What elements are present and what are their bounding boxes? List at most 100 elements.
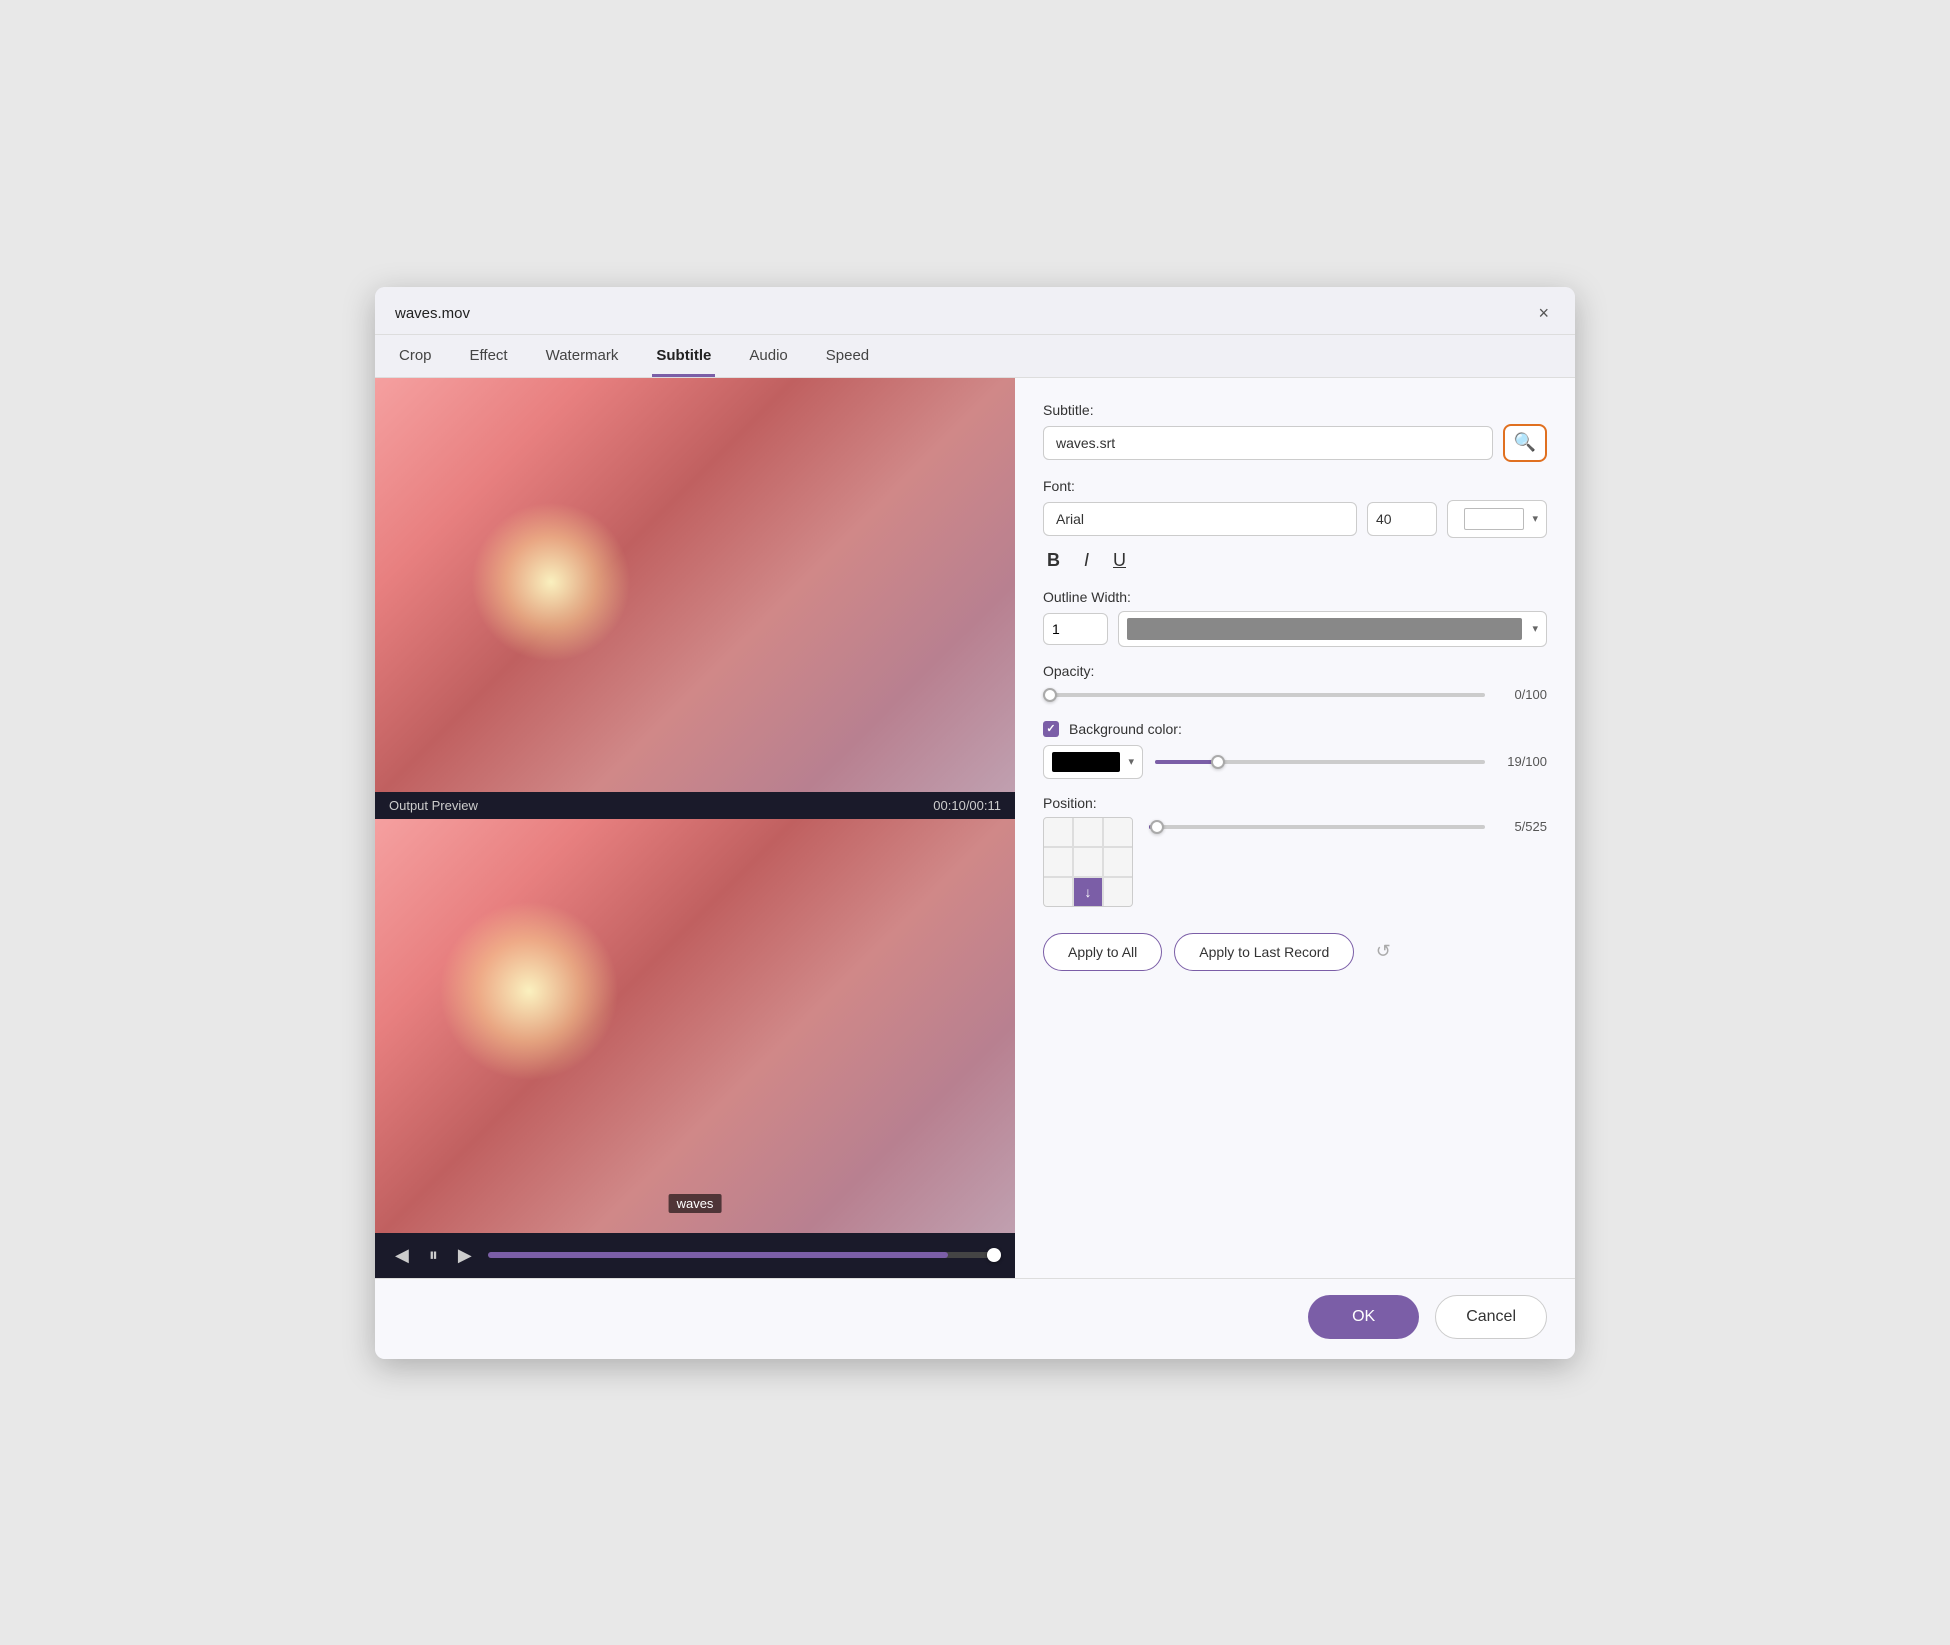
refresh-button[interactable]: ↺ bbox=[1366, 935, 1400, 969]
subtitle-watermark: waves bbox=[669, 1194, 722, 1213]
tab-effect[interactable]: Effect bbox=[466, 335, 512, 377]
video-preview-bottom: waves bbox=[375, 819, 1015, 1233]
ok-button[interactable]: OK bbox=[1308, 1295, 1419, 1339]
tab-crop[interactable]: Crop bbox=[395, 335, 436, 377]
subtitle-select[interactable]: waves.srt bbox=[1043, 426, 1493, 460]
title-bar: waves.mov × bbox=[375, 287, 1575, 335]
pos-mid-right[interactable] bbox=[1104, 848, 1132, 876]
action-buttons: Apply to All Apply to Last Record ↺ bbox=[1043, 933, 1547, 971]
chevron-down-icon-3: ▾ bbox=[1128, 755, 1134, 768]
bg-opacity-track bbox=[1155, 760, 1485, 764]
search-icon: 🔍 bbox=[1514, 432, 1536, 453]
opacity-thumb[interactable] bbox=[1043, 688, 1057, 702]
outline-color-picker[interactable]: ▾ bbox=[1118, 611, 1547, 647]
font-row: Arial 40 ▾ bbox=[1043, 500, 1547, 538]
apply-last-button[interactable]: Apply to Last Record bbox=[1174, 933, 1354, 971]
bg-opacity-value: 19/100 bbox=[1497, 754, 1547, 769]
pause-button[interactable]: ⏸ bbox=[425, 1241, 442, 1270]
bg-color-checkbox[interactable] bbox=[1043, 721, 1059, 737]
timecode: 00:10/00:11 bbox=[933, 798, 1001, 813]
font-family-select[interactable]: Arial bbox=[1043, 502, 1357, 536]
tab-speed[interactable]: Speed bbox=[822, 335, 873, 377]
outline-width-select[interactable]: 1 bbox=[1043, 613, 1108, 645]
apply-all-button[interactable]: Apply to All bbox=[1043, 933, 1162, 971]
close-button[interactable]: × bbox=[1532, 301, 1555, 326]
position-value: 5/525 bbox=[1497, 819, 1547, 834]
italic-button[interactable]: I bbox=[1080, 548, 1093, 573]
font-size-select[interactable]: 40 bbox=[1367, 502, 1437, 536]
font-color-swatch bbox=[1464, 508, 1524, 530]
bg-color-swatch bbox=[1052, 752, 1120, 772]
outline-section: Outline Width: 1 ▾ bbox=[1043, 589, 1547, 647]
opacity-track bbox=[1043, 693, 1485, 697]
position-slider[interactable] bbox=[1149, 817, 1485, 837]
video-controls: ◀ ⏸ ▶ bbox=[375, 1233, 1015, 1278]
position-slider-area: 5/525 bbox=[1149, 817, 1547, 837]
tab-bar: Crop Effect Watermark Subtitle Audio Spe… bbox=[375, 335, 1575, 378]
opacity-slider-row: 0/100 bbox=[1043, 685, 1547, 705]
settings-panel: Subtitle: waves.srt 🔍 Font: Arial bbox=[1015, 378, 1575, 1278]
subtitle-row: waves.srt 🔍 bbox=[1043, 424, 1547, 462]
pos-bot-center[interactable]: ↓ bbox=[1074, 878, 1102, 906]
chevron-down-icon: ▾ bbox=[1532, 512, 1538, 525]
outline-color-swatch bbox=[1127, 618, 1522, 640]
outline-label: Outline Width: bbox=[1043, 589, 1547, 605]
bg-opacity-slider[interactable] bbox=[1155, 752, 1485, 772]
font-section: Font: Arial 40 ▾ B I bbox=[1043, 478, 1547, 573]
position-track bbox=[1149, 825, 1485, 829]
search-button[interactable]: 🔍 bbox=[1503, 424, 1547, 462]
chevron-down-icon-2: ▾ bbox=[1532, 622, 1538, 635]
prev-button[interactable]: ◀ bbox=[391, 1241, 413, 1270]
subtitle-label: Subtitle: bbox=[1043, 402, 1547, 418]
preview-label: Output Preview bbox=[389, 798, 478, 813]
opacity-slider[interactable] bbox=[1043, 685, 1485, 705]
position-thumb[interactable] bbox=[1150, 820, 1164, 834]
bottom-buttons: OK Cancel bbox=[375, 1278, 1575, 1359]
position-down-icon: ↓ bbox=[1085, 884, 1092, 900]
progress-bar[interactable] bbox=[488, 1252, 999, 1258]
font-label: Font: bbox=[1043, 478, 1547, 494]
tab-subtitle[interactable]: Subtitle bbox=[652, 335, 715, 377]
bold-button[interactable]: B bbox=[1043, 548, 1064, 573]
bg-color-picker[interactable]: ▾ bbox=[1043, 745, 1143, 779]
pos-top-right[interactable] bbox=[1104, 818, 1132, 846]
main-dialog: waves.mov × Crop Effect Watermark Subtit… bbox=[375, 287, 1575, 1359]
tab-watermark[interactable]: Watermark bbox=[542, 335, 623, 377]
position-label: Position: bbox=[1043, 795, 1547, 811]
opacity-value: 0/100 bbox=[1497, 687, 1547, 702]
refresh-icon: ↺ bbox=[1376, 941, 1391, 961]
position-grid: ↓ bbox=[1043, 817, 1133, 907]
text-style-row: B I U bbox=[1043, 548, 1547, 573]
font-color-picker[interactable]: ▾ bbox=[1447, 500, 1547, 538]
progress-fill bbox=[488, 1252, 948, 1258]
outline-row: 1 ▾ bbox=[1043, 611, 1547, 647]
cancel-button[interactable]: Cancel bbox=[1435, 1295, 1547, 1339]
opacity-section: Opacity: 0/100 bbox=[1043, 663, 1547, 705]
video-preview-top bbox=[375, 378, 1015, 792]
bg-color-label: Background color: bbox=[1069, 721, 1182, 737]
pos-bot-right[interactable] bbox=[1104, 878, 1132, 906]
pos-top-center[interactable] bbox=[1074, 818, 1102, 846]
progress-thumb bbox=[987, 1248, 1001, 1262]
bg-opacity-thumb[interactable] bbox=[1211, 755, 1225, 769]
pos-bot-left[interactable] bbox=[1044, 878, 1072, 906]
tab-audio[interactable]: Audio bbox=[745, 335, 791, 377]
position-content: ↓ 5/525 bbox=[1043, 817, 1547, 907]
next-button[interactable]: ▶ bbox=[454, 1241, 476, 1270]
position-section: Position: ↓ bbox=[1043, 795, 1547, 907]
opacity-label: Opacity: bbox=[1043, 663, 1547, 679]
bg-opacity-fill bbox=[1155, 760, 1218, 764]
main-content: Output Preview 00:10/00:11 waves ◀ ⏸ ▶ bbox=[375, 378, 1575, 1278]
pos-mid-center[interactable] bbox=[1074, 848, 1102, 876]
bg-color-label-row: Background color: bbox=[1043, 721, 1547, 737]
bg-color-section: Background color: ▾ 19/100 bbox=[1043, 721, 1547, 779]
window-title: waves.mov bbox=[395, 305, 470, 322]
underline-button[interactable]: U bbox=[1109, 548, 1130, 573]
video-panel: Output Preview 00:10/00:11 waves ◀ ⏸ ▶ bbox=[375, 378, 1015, 1278]
preview-label-bar: Output Preview 00:10/00:11 bbox=[375, 792, 1015, 819]
pos-mid-left[interactable] bbox=[1044, 848, 1072, 876]
position-slider-row: 5/525 bbox=[1149, 817, 1547, 837]
pos-top-left[interactable] bbox=[1044, 818, 1072, 846]
bg-color-row: ▾ 19/100 bbox=[1043, 745, 1547, 779]
subtitle-section: Subtitle: waves.srt 🔍 bbox=[1043, 402, 1547, 462]
